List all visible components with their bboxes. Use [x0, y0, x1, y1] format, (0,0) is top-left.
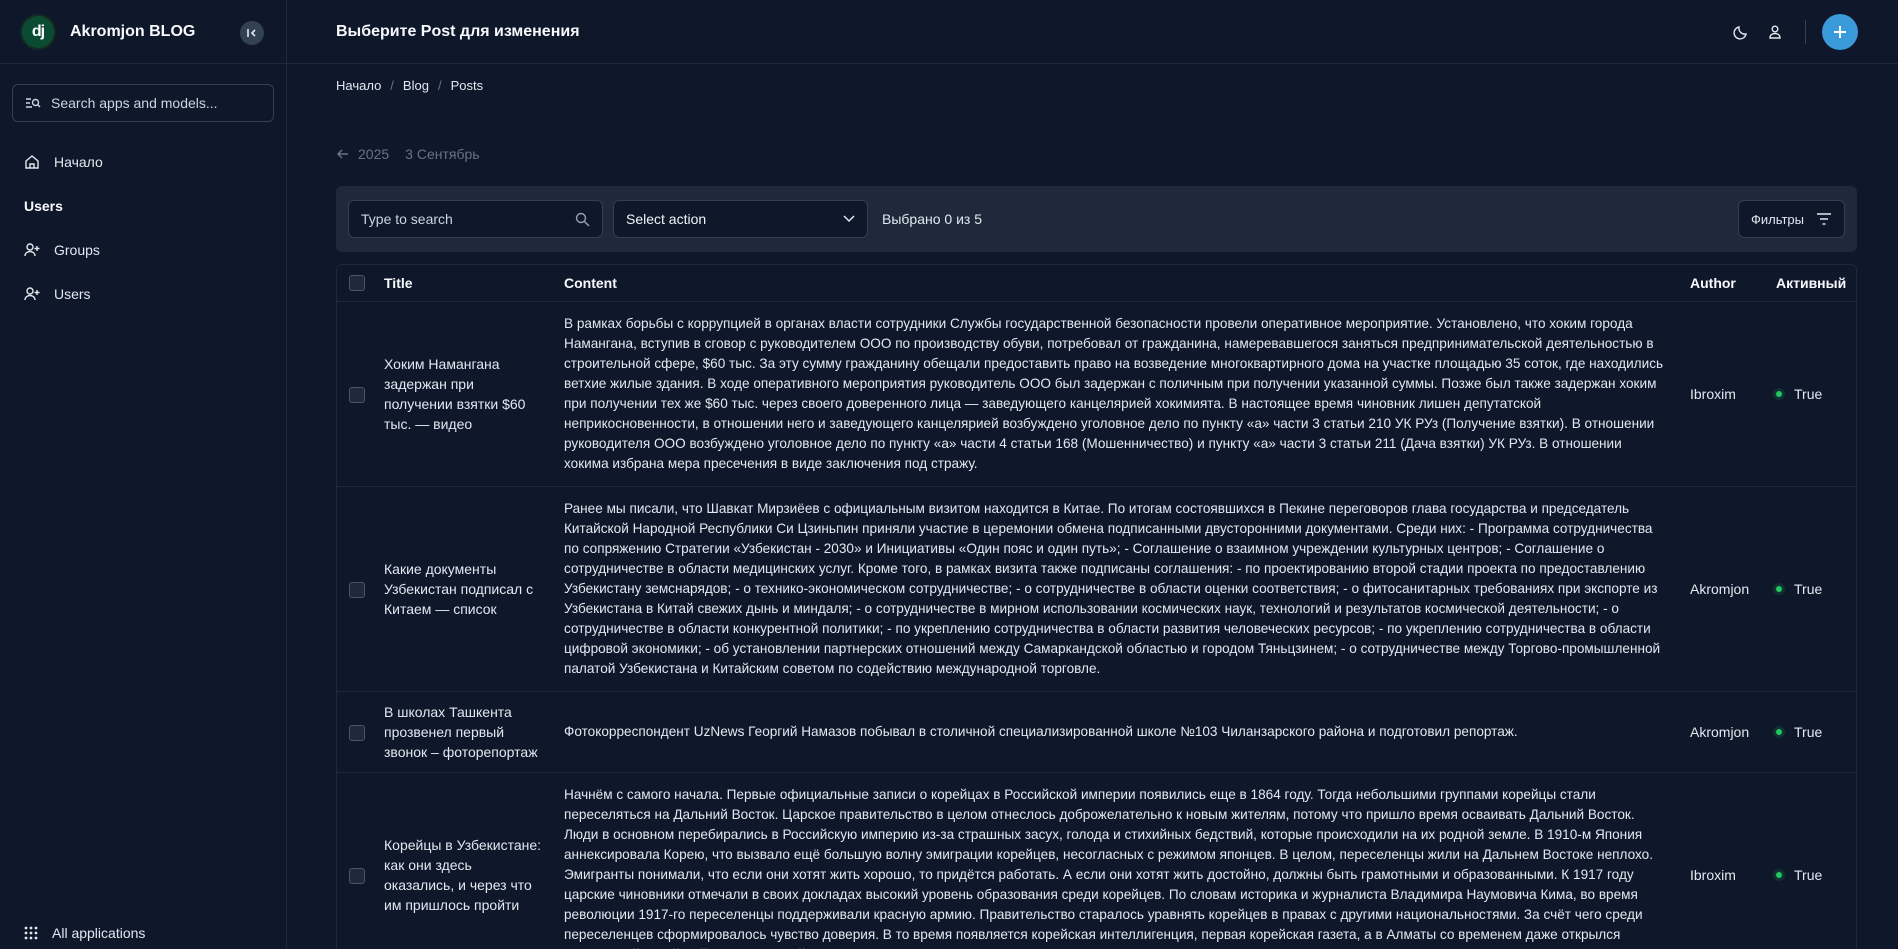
column-active[interactable]: Активный [1766, 265, 1856, 302]
theme-toggle-button[interactable] [1729, 20, 1753, 44]
row-title[interactable]: Какие документы Узбекистан подписал с Ки… [374, 486, 554, 692]
filter-icon [1817, 213, 1831, 225]
sidebar-item-home[interactable]: Начало [0, 140, 286, 184]
add-post-button[interactable] [1822, 13, 1858, 50]
sidebar-nav: Начало Users Groups Users [0, 140, 286, 316]
row-checkbox[interactable] [349, 581, 365, 598]
all-applications-label: All applications [52, 925, 146, 941]
search-list-icon [26, 98, 41, 108]
row-title[interactable]: Корейцы в Узбекистане: как они здесь ока… [374, 772, 554, 949]
topbar: Выберите Post для изменения [287, 0, 1898, 64]
column-author[interactable]: Author [1680, 265, 1766, 302]
row-select-cell [337, 772, 374, 949]
status-dot [1776, 390, 1782, 397]
table-row: Корейцы в Узбекистане: как они здесь ока… [337, 772, 1856, 949]
row-active-cell: True [1766, 301, 1856, 487]
all-applications-link[interactable]: All applications [0, 917, 286, 949]
plus-icon [1834, 25, 1846, 38]
row-checkbox[interactable] [349, 724, 365, 741]
row-content: Начнём с самого начала. Первые официальн… [554, 772, 1680, 949]
table-header-row: Title Content Author Активный [337, 265, 1856, 302]
arrow-left-icon[interactable] [336, 147, 350, 161]
row-active: True [1794, 385, 1823, 402]
breadcrumb-blog[interactable]: Blog [403, 78, 429, 93]
django-logo[interactable]: dj [22, 15, 54, 48]
row-author: Akromjon [1680, 486, 1766, 692]
row-active-cell: True [1766, 691, 1856, 773]
row-select-cell [337, 691, 374, 773]
action-select[interactable]: Select action [613, 200, 868, 238]
row-title[interactable]: Хоким Намангана задержан при получении в… [374, 301, 554, 487]
sidebar-item-users[interactable]: Users [0, 272, 286, 316]
user-icon [1769, 25, 1781, 39]
status-dot [1776, 871, 1782, 878]
date-hierarchy: 2025 3 Сентябрь [287, 142, 1898, 166]
sidebar-search[interactable] [12, 84, 274, 122]
sidebar-search-input[interactable] [51, 95, 251, 111]
chevron-down-icon [843, 215, 855, 223]
sidebar-section-users: Users [24, 198, 63, 214]
changelist-toolbar: Select action Выбрано 0 из 5 Фильтры [336, 186, 1857, 252]
changelist-search-input[interactable] [361, 211, 575, 227]
select-all-checkbox[interactable] [349, 275, 365, 292]
changelist-search[interactable] [348, 200, 603, 238]
topbar-actions [1719, 13, 1858, 50]
page-title: Выберите Post для изменения [336, 22, 580, 40]
results-table: Title Content Author Активный Хоким Нама… [336, 264, 1857, 949]
sidebar: dj Akromjon BLOG Начало Users Groups Use… [0, 0, 287, 949]
action-select-value: Select action [626, 211, 707, 227]
topbar-divider [1805, 19, 1806, 44]
row-select-cell [337, 301, 374, 487]
row-checkbox[interactable] [349, 386, 365, 403]
grid-icon [24, 926, 38, 940]
select-all-cell [337, 265, 374, 302]
user-menu-button[interactable] [1763, 20, 1787, 44]
date-year[interactable]: 2025 [358, 146, 389, 162]
table-row: Хоким Намангана задержан при получении в… [337, 301, 1856, 487]
sidebar-item-label: Users [54, 286, 91, 302]
row-active-cell: True [1766, 486, 1856, 692]
breadcrumb-separator: / [390, 77, 394, 93]
sidebar-item-label: Начало [54, 154, 103, 170]
table-row: В школах Ташкента прозвенел первый звоно… [337, 691, 1856, 773]
collapse-sidebar-button[interactable] [240, 21, 264, 45]
row-checkbox[interactable] [349, 867, 365, 884]
breadcrumb-separator: / [437, 77, 442, 93]
row-select-cell [337, 486, 374, 692]
collapse-icon [247, 29, 256, 37]
filters-label: Фильтры [1750, 211, 1804, 227]
home-icon [25, 155, 39, 169]
row-author: Ibroxim [1680, 772, 1766, 949]
row-active: True [1794, 580, 1823, 597]
sidebar-item-label: Groups [54, 242, 100, 258]
breadcrumb: Начало / Blog / Posts [287, 64, 1898, 106]
moon-icon [1733, 25, 1747, 40]
column-content[interactable]: Content [554, 265, 1680, 302]
row-active: True [1794, 866, 1823, 883]
site-name[interactable]: Akromjon BLOG [70, 23, 195, 41]
date-day[interactable]: 3 Сентябрь [405, 146, 479, 162]
filters-button[interactable]: Фильтры [1737, 200, 1845, 238]
row-author: Ibroxim [1680, 301, 1766, 487]
row-content: В рамках борьбы с коррупцией в органах в… [554, 301, 1680, 487]
table-row: Какие документы Узбекистан подписал с Ки… [337, 486, 1856, 692]
row-title[interactable]: В школах Ташкента прозвенел первый звоно… [374, 691, 554, 773]
breadcrumb-home[interactable]: Начало [336, 78, 381, 93]
user-plus-icon [24, 287, 40, 301]
sidebar-item-groups[interactable]: Groups [0, 228, 286, 272]
selected-count: Выбрано 0 из 5 [882, 211, 982, 227]
main-content: Выберите Post для изменения Начало / Blo… [287, 0, 1898, 949]
status-dot [1776, 728, 1782, 735]
column-title[interactable]: Title [374, 265, 554, 302]
row-content: Фотокорреспондент UzNews Георгий Намазов… [554, 691, 1680, 773]
user-plus-icon [24, 243, 40, 257]
search-icon[interactable] [575, 212, 590, 227]
row-active: True [1794, 723, 1823, 740]
row-content: Ранее мы писали, что Шавкат Мирзиёев с о… [554, 486, 1680, 692]
row-active-cell: True [1766, 772, 1856, 949]
breadcrumb-posts: Posts [450, 77, 484, 93]
status-dot [1776, 585, 1782, 592]
row-author: Akromjon [1680, 691, 1766, 773]
